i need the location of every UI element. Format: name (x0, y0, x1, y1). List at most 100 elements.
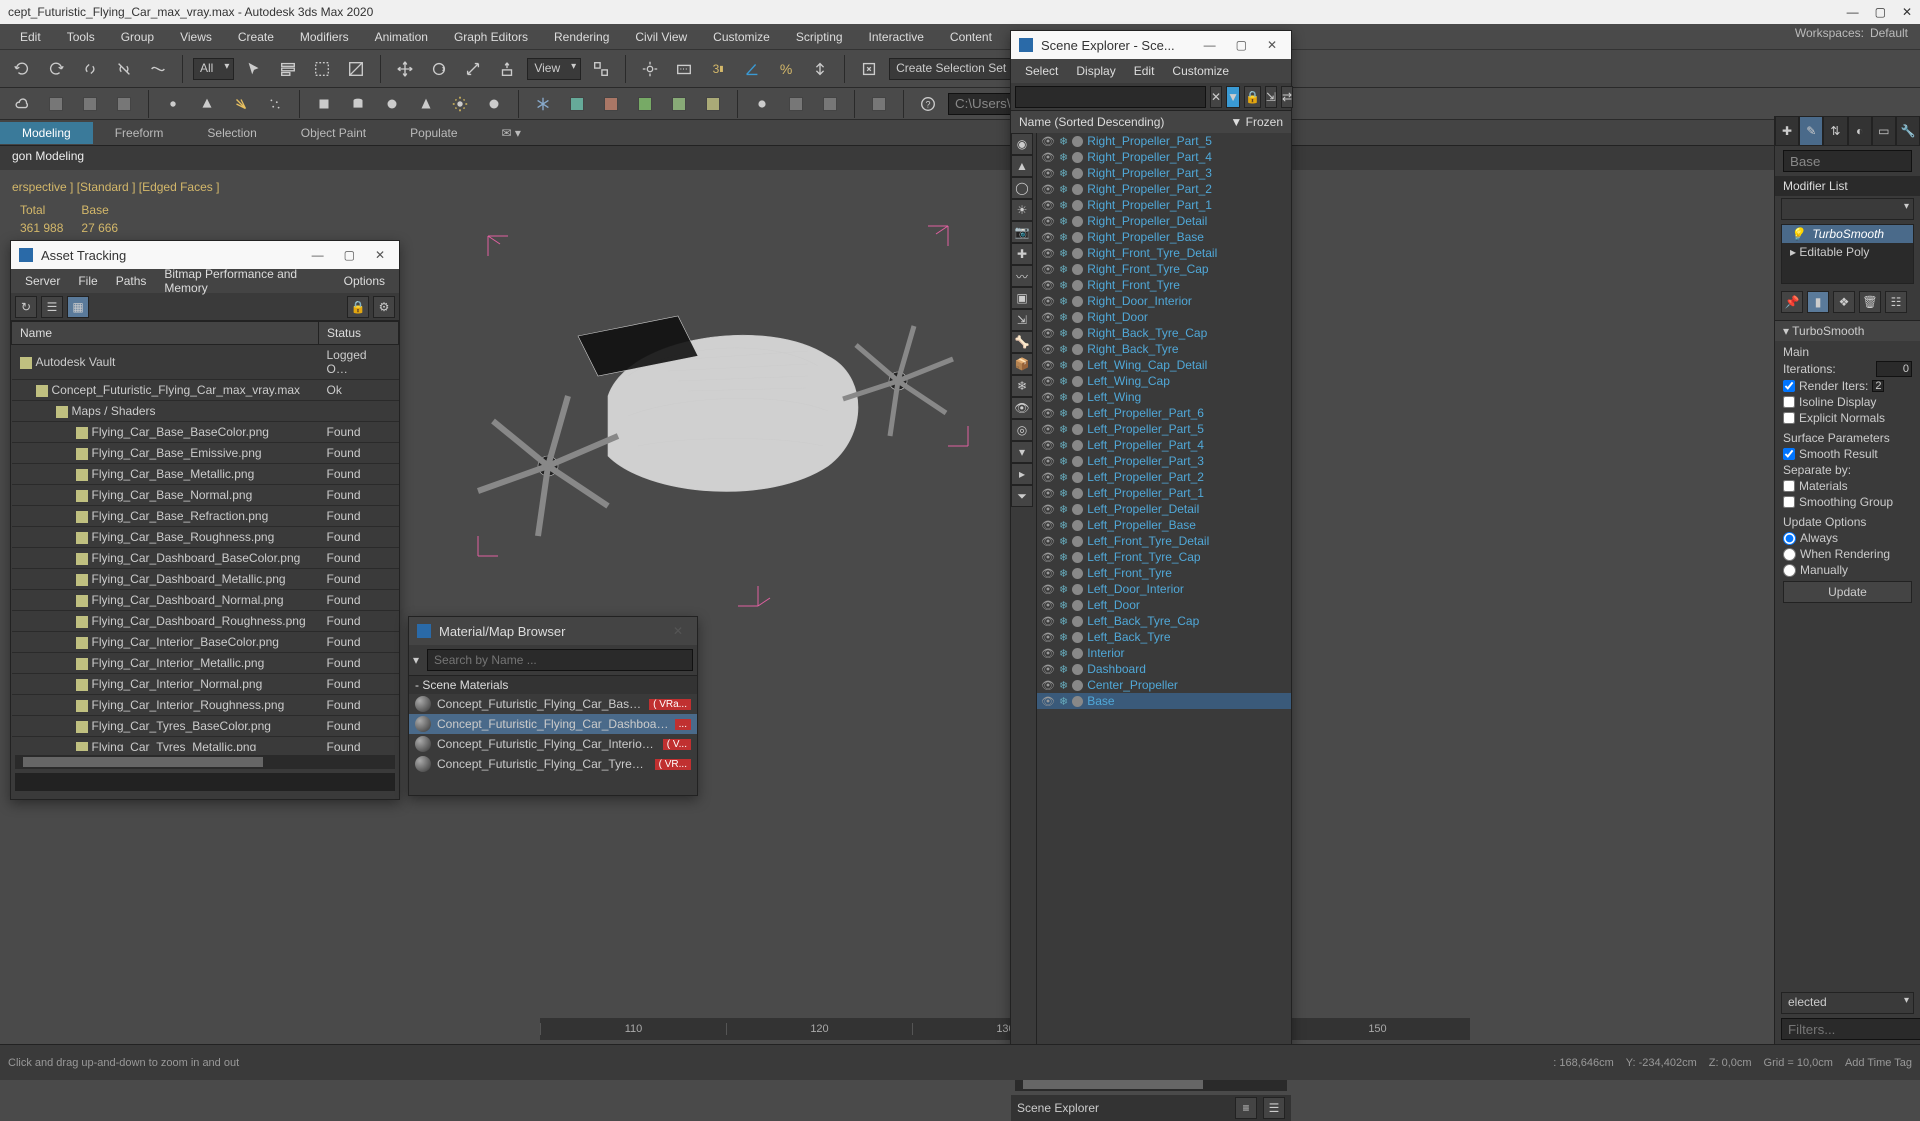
menu-civil-view[interactable]: Civil View (623, 27, 699, 47)
scene-node[interactable]: 👁❄Left_Propeller_Part_5 (1037, 421, 1291, 437)
asset-row[interactable]: Flying_Car_Tyres_Metallic.pngFound (12, 737, 399, 752)
se-expand-all-icon[interactable]: ▾ (1011, 441, 1033, 463)
cone-primitive-icon[interactable] (412, 90, 440, 118)
pivot-center-icon[interactable] (587, 55, 615, 83)
at-menu-bitmap-performance-and-memory[interactable]: Bitmap Performance and Memory (156, 265, 333, 297)
unlink-icon[interactable] (110, 55, 138, 83)
asset-scrollbar[interactable] (15, 755, 395, 769)
se-clear-search-icon[interactable]: ✕ (1210, 86, 1222, 108)
se-menu-edit[interactable]: Edit (1126, 62, 1163, 80)
add-time-tag-button[interactable]: Add Time Tag (1845, 1057, 1912, 1069)
asset-row[interactable]: Maps / Shaders (12, 401, 399, 422)
asset-row[interactable]: Flying_Car_Dashboard_BaseColor.pngFound (12, 548, 399, 569)
select-region-rect-icon[interactable] (308, 55, 336, 83)
helper-icon[interactable] (563, 90, 591, 118)
freeze-toggle-icon[interactable]: ❄ (1059, 695, 1068, 708)
percent-snap-icon[interactable]: % (772, 55, 800, 83)
scene-node[interactable]: 👁❄Right_Front_Tyre_Cap (1037, 261, 1291, 277)
ribbon-tab-modeling[interactable]: Modeling (0, 122, 93, 144)
make-unique-icon[interactable]: ❖ (1833, 291, 1855, 313)
visibility-toggle-icon[interactable]: 👁 (1041, 135, 1055, 148)
update-manually-radio[interactable] (1783, 564, 1796, 577)
se-minimize-icon[interactable]: — (1198, 38, 1222, 52)
lightbulb-icon[interactable]: 💡 (1790, 227, 1805, 241)
freeze-toggle-icon[interactable]: ❄ (1059, 455, 1068, 468)
se-filter-lights-icon[interactable]: ☀ (1011, 199, 1033, 221)
freeze-toggle-icon[interactable]: ❄ (1059, 167, 1068, 180)
scene-node[interactable]: 👁❄Left_Back_Tyre (1037, 629, 1291, 645)
pin-stack-icon[interactable]: 📌 (1781, 291, 1803, 313)
asset-row[interactable]: Flying_Car_Base_Emissive.pngFound (12, 443, 399, 464)
at-refresh-icon[interactable]: ↻ (15, 296, 37, 318)
visibility-toggle-icon[interactable]: 👁 (1041, 679, 1055, 692)
scene-node[interactable]: 👁❄Dashboard (1037, 661, 1291, 677)
configure-sets-icon[interactable]: ☷ (1885, 291, 1907, 313)
asset-row[interactable]: Flying_Car_Dashboard_Normal.pngFound (12, 590, 399, 611)
freeze-toggle-icon[interactable]: ❄ (1059, 471, 1068, 484)
freeze-toggle-icon[interactable]: ❄ (1059, 519, 1068, 532)
se-layers-icon[interactable]: ☰ (1263, 1097, 1285, 1119)
scene-node[interactable]: 👁❄Right_Propeller_Part_1 (1037, 197, 1291, 213)
minimize-icon[interactable]: — (1847, 5, 1859, 19)
scene-node[interactable]: 👁❄Left_Wing_Cap_Detail (1037, 357, 1291, 373)
edit-selection-set-icon[interactable] (855, 55, 883, 83)
at-lock-icon[interactable]: 🔒 (347, 296, 369, 318)
scene-node[interactable]: 👁❄Left_Propeller_Base (1037, 517, 1291, 533)
scene-node[interactable]: 👁❄Right_Back_Tyre (1037, 341, 1291, 357)
freeze-toggle-icon[interactable]: ❄ (1059, 615, 1068, 628)
sep-smoothing-checkbox[interactable] (1783, 496, 1795, 508)
material-browser-close-icon[interactable]: ✕ (667, 624, 689, 638)
visibility-toggle-icon[interactable]: 👁 (1041, 647, 1055, 660)
freeze-toggle-icon[interactable]: ❄ (1059, 247, 1068, 260)
freeze-toggle-icon[interactable]: ❄ (1059, 631, 1068, 644)
visibility-toggle-icon[interactable]: 👁 (1041, 439, 1055, 452)
at-menu-paths[interactable]: Paths (108, 272, 155, 290)
layer-explorer-icon[interactable] (42, 90, 70, 118)
motion-tab-icon[interactable]: ◐ (1848, 116, 1872, 146)
asset-row[interactable]: Flying_Car_Interior_Normal.pngFound (12, 674, 399, 695)
menu-group[interactable]: Group (109, 27, 166, 47)
menu-rendering[interactable]: Rendering (542, 27, 621, 47)
menu-interactive[interactable]: Interactive (857, 27, 936, 47)
render-frame-icon[interactable] (782, 90, 810, 118)
freeze-toggle-icon[interactable]: ❄ (1059, 647, 1068, 660)
sphere-primitive-icon[interactable] (378, 90, 406, 118)
scene-node[interactable]: 👁❄Interior (1037, 645, 1291, 661)
visibility-toggle-icon[interactable]: 👁 (1041, 695, 1055, 708)
visibility-toggle-icon[interactable]: 👁 (1041, 487, 1055, 500)
se-select-children-icon[interactable]: ⇲ (1265, 86, 1277, 108)
scene-explorer-search-input[interactable] (1015, 86, 1206, 108)
visibility-toggle-icon[interactable]: 👁 (1041, 535, 1055, 548)
material-row[interactable]: Concept_Futuristic_Flying_Car_Tyres_MAT(… (409, 754, 697, 774)
workspaces-selector[interactable]: Workspaces: Default (1795, 26, 1908, 40)
torus-icon[interactable] (480, 90, 508, 118)
se-sync-icon[interactable]: ⇄ (1281, 86, 1293, 108)
visibility-toggle-icon[interactable]: 👁 (1041, 295, 1055, 308)
help-icon[interactable]: ? (914, 90, 942, 118)
filters-input[interactable] (1781, 1018, 1920, 1040)
rotate-icon[interactable] (425, 55, 453, 83)
se-filter-containers-icon[interactable]: 📦 (1011, 353, 1033, 375)
asset-row[interactable]: Autodesk VaultLogged O… (12, 345, 399, 380)
visibility-toggle-icon[interactable]: 👁 (1041, 567, 1055, 580)
freeze-toggle-icon[interactable]: ❄ (1059, 327, 1068, 340)
scene-node[interactable]: 👁❄Left_Door (1037, 597, 1291, 613)
modifier-stack-editablepoly[interactable]: ▸ Editable Poly (1782, 243, 1913, 261)
freeze-toggle-icon[interactable]: ❄ (1059, 375, 1068, 388)
visibility-toggle-icon[interactable]: 👁 (1041, 615, 1055, 628)
visibility-toggle-icon[interactable]: 👁 (1041, 631, 1055, 644)
angle-snap-icon[interactable] (738, 55, 766, 83)
visibility-toggle-icon[interactable]: 👁 (1041, 663, 1055, 676)
hierarchy-tab-icon[interactable]: ⇅ (1823, 116, 1847, 146)
material-editor-icon[interactable] (865, 90, 893, 118)
visibility-toggle-icon[interactable]: 👁 (1041, 471, 1055, 484)
visibility-toggle-icon[interactable]: 👁 (1041, 503, 1055, 516)
remove-modifier-icon[interactable]: 🗑 (1859, 291, 1881, 313)
freeze-toggle-icon[interactable]: ❄ (1059, 215, 1068, 228)
scene-node[interactable]: 👁❄Right_Door (1037, 309, 1291, 325)
curve-editor-icon[interactable] (110, 90, 138, 118)
placement-icon[interactable] (493, 55, 521, 83)
visibility-toggle-icon[interactable]: 👁 (1041, 423, 1055, 436)
menu-animation[interactable]: Animation (363, 27, 440, 47)
scene-node[interactable]: 👁❄Right_Back_Tyre_Cap (1037, 325, 1291, 341)
